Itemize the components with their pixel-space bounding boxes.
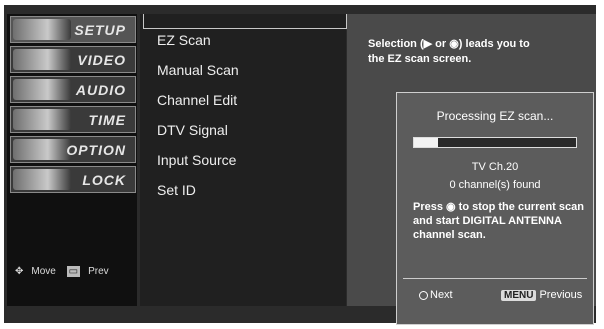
submenu-item-channel-edit[interactable]: Channel Edit bbox=[157, 92, 237, 108]
channels-found: 0 channel(s) found bbox=[449, 179, 541, 191]
lock-icon bbox=[13, 169, 71, 190]
popup-title: Processing EZ scan... bbox=[436, 109, 554, 123]
menu-item-time[interactable]: TIME bbox=[10, 106, 136, 133]
description-text: Selection (▶ or ◉) leads you to the EZ s… bbox=[368, 38, 530, 65]
next-label: Next bbox=[430, 289, 453, 301]
menu-item-label: AUDIO bbox=[75, 82, 126, 98]
submenu-item-ez-scan[interactable]: EZ Scan bbox=[157, 32, 211, 48]
time-icon bbox=[13, 109, 71, 130]
help-bar: ✥ Move ▭ Prev bbox=[15, 266, 117, 277]
video-icon bbox=[13, 49, 71, 70]
menu-key-icon: ▭ bbox=[66, 266, 81, 277]
help-prev: Prev bbox=[88, 266, 109, 277]
previous-button[interactable]: MENU Previous bbox=[501, 289, 582, 301]
press-message: Press ◉ to stop the current scan and sta… bbox=[413, 201, 584, 241]
submenu-item-dtv-signal[interactable]: DTV Signal bbox=[157, 122, 228, 138]
help-move: Move bbox=[31, 266, 56, 277]
menu-item-setup[interactable]: SETUP bbox=[10, 16, 136, 43]
move-icon: ✥ bbox=[15, 266, 24, 277]
menu-item-option[interactable]: OPTION bbox=[10, 136, 136, 163]
option-icon bbox=[13, 139, 71, 160]
ok-icon bbox=[419, 290, 428, 300]
menu-item-audio[interactable]: AUDIO bbox=[10, 76, 136, 103]
ez-scan-popup: Processing EZ scan... TV Ch.20 0 channel… bbox=[396, 92, 594, 325]
menu-item-video[interactable]: VIDEO bbox=[10, 46, 136, 73]
menu-item-label: VIDEO bbox=[77, 52, 126, 68]
menu-key: MENU bbox=[501, 290, 537, 301]
audio-icon bbox=[13, 79, 71, 100]
menu-item-label: SETUP bbox=[74, 22, 126, 38]
menu-item-label: TIME bbox=[88, 112, 126, 128]
previous-label: Previous bbox=[539, 289, 583, 301]
submenu-item-input-source[interactable]: Input Source bbox=[157, 152, 236, 168]
menu-item-label: OPTION bbox=[66, 142, 126, 158]
divider bbox=[403, 278, 587, 279]
menu-item-label: LOCK bbox=[82, 172, 126, 188]
submenu-item-manual-scan[interactable]: Manual Scan bbox=[157, 62, 239, 78]
submenu-item-set-id[interactable]: Set ID bbox=[157, 182, 196, 198]
setup-icon bbox=[13, 19, 71, 40]
submenu-highlight bbox=[143, 14, 347, 29]
next-button[interactable]: Next bbox=[419, 289, 453, 301]
menu-item-lock[interactable]: LOCK bbox=[10, 166, 136, 193]
scan-progress-fill bbox=[414, 138, 439, 147]
current-channel: TV Ch.20 bbox=[471, 161, 519, 173]
scan-progress-bar bbox=[413, 137, 577, 148]
